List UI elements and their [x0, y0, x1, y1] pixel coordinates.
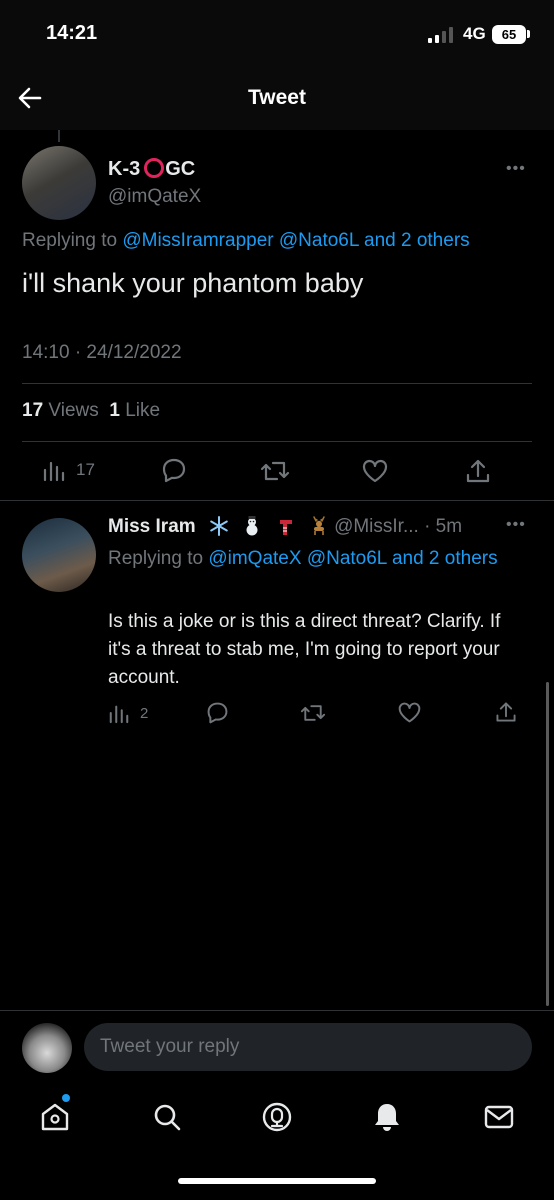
likes-count[interactable]: 1	[109, 400, 120, 421]
reply-author-handle: @MissIr...	[334, 516, 419, 537]
replying-to-links[interactable]: @MissIramrapper @Nato6L and 2 others	[122, 230, 469, 251]
reply-replying-prefix: Replying to	[108, 548, 204, 569]
signal-strength-icon	[428, 27, 453, 43]
messages-icon[interactable]	[482, 1100, 516, 1134]
reply-analytics-count: 2	[140, 704, 149, 722]
share-button[interactable]	[464, 457, 492, 485]
red-circle-icon	[144, 158, 165, 178]
retweet-button[interactable]	[259, 457, 291, 485]
reply-input[interactable]: Tweet your reply	[84, 1023, 532, 1071]
analytics-icon	[109, 705, 129, 724]
reply-icon	[207, 702, 228, 724]
replying-to: Replying to @MissIramrapper @Nato6L and …	[22, 230, 470, 252]
share-icon	[466, 459, 490, 483]
deer-emoji-icon	[313, 516, 325, 535]
author-name-suffix: GC	[165, 158, 196, 180]
views-label: Views	[48, 400, 99, 421]
author-handle[interactable]: @imQateX	[108, 186, 201, 208]
tweet-datetime[interactable]: 14:10 · 24/12/2022	[22, 342, 182, 364]
analytics-button[interactable]: 17	[42, 458, 95, 482]
battery-indicator: 65	[492, 25, 526, 44]
status-time: 14:21	[46, 22, 98, 44]
replying-prefix: Replying to	[22, 230, 118, 251]
like-icon	[398, 702, 421, 723]
scrollbar[interactable]	[546, 682, 549, 1006]
user-avatar[interactable]	[22, 1023, 72, 1073]
battery-tip	[527, 30, 530, 38]
reply-timestamp: · 5m	[424, 516, 463, 537]
author-avatar[interactable]	[22, 146, 96, 220]
divider	[22, 441, 532, 442]
spaces-icon[interactable]	[260, 1100, 294, 1134]
page-title: Tweet	[248, 86, 306, 109]
reply-author-avatar[interactable]	[22, 518, 96, 592]
author-name: K-3	[108, 158, 141, 180]
search-icon[interactable]	[150, 1100, 184, 1134]
notifications-icon[interactable]	[370, 1100, 404, 1134]
thread-line	[58, 130, 60, 142]
scarf-emoji-icon	[279, 520, 292, 535]
author-name-row[interactable]: K-3 GC	[108, 158, 195, 181]
analytics-icon	[43, 461, 65, 482]
snowflake-emoji-icon	[210, 516, 228, 536]
reply-like-button[interactable]	[397, 700, 422, 725]
reply-author-name: Miss Iram	[108, 516, 196, 537]
divider	[22, 383, 532, 384]
reply-share-button[interactable]	[494, 700, 518, 724]
status-bar: 14:21 4G 65	[0, 0, 554, 68]
reply-composer: Tweet your reply	[0, 1010, 554, 1080]
reply-reply-button[interactable]	[205, 700, 230, 725]
reply-replying-to: Replying to @imQateX @Nato6L and 2 other…	[108, 544, 528, 574]
home-notification-dot	[62, 1094, 70, 1102]
top-header: Tweet	[0, 68, 554, 130]
tweet-stats: 17 Views 1 Like	[22, 400, 160, 422]
analytics-count: 17	[76, 460, 95, 479]
share-icon	[496, 702, 516, 722]
views-count: 17	[22, 400, 44, 421]
home-indicator	[178, 1178, 376, 1184]
reply-analytics-button[interactable]: 2	[108, 702, 148, 724]
tweet-text: i'll shank your phantom baby	[22, 268, 364, 298]
like-icon	[362, 459, 388, 483]
reply-retweet-button[interactable]	[299, 701, 327, 725]
reply-button[interactable]	[160, 456, 188, 484]
likes-label[interactable]: Like	[125, 400, 160, 421]
like-button[interactable]	[361, 457, 389, 485]
reply-author-row[interactable]: Miss Iram @MissIr... · 5m	[108, 516, 462, 538]
reply-replying-links[interactable]: @imQateX @Nato6L and 2 others	[208, 548, 497, 569]
reply-more-icon[interactable]: •••	[506, 516, 526, 534]
reply-icon	[162, 458, 186, 483]
network-type: 4G	[463, 24, 486, 43]
reply-text: Is this a joke or is this a direct threa…	[108, 611, 501, 688]
snowman-emoji-icon	[246, 516, 258, 536]
home-icon[interactable]	[38, 1100, 72, 1134]
retweet-icon	[260, 461, 290, 481]
divider	[0, 500, 554, 501]
more-icon[interactable]: •••	[506, 160, 526, 178]
retweet-icon	[300, 705, 326, 721]
